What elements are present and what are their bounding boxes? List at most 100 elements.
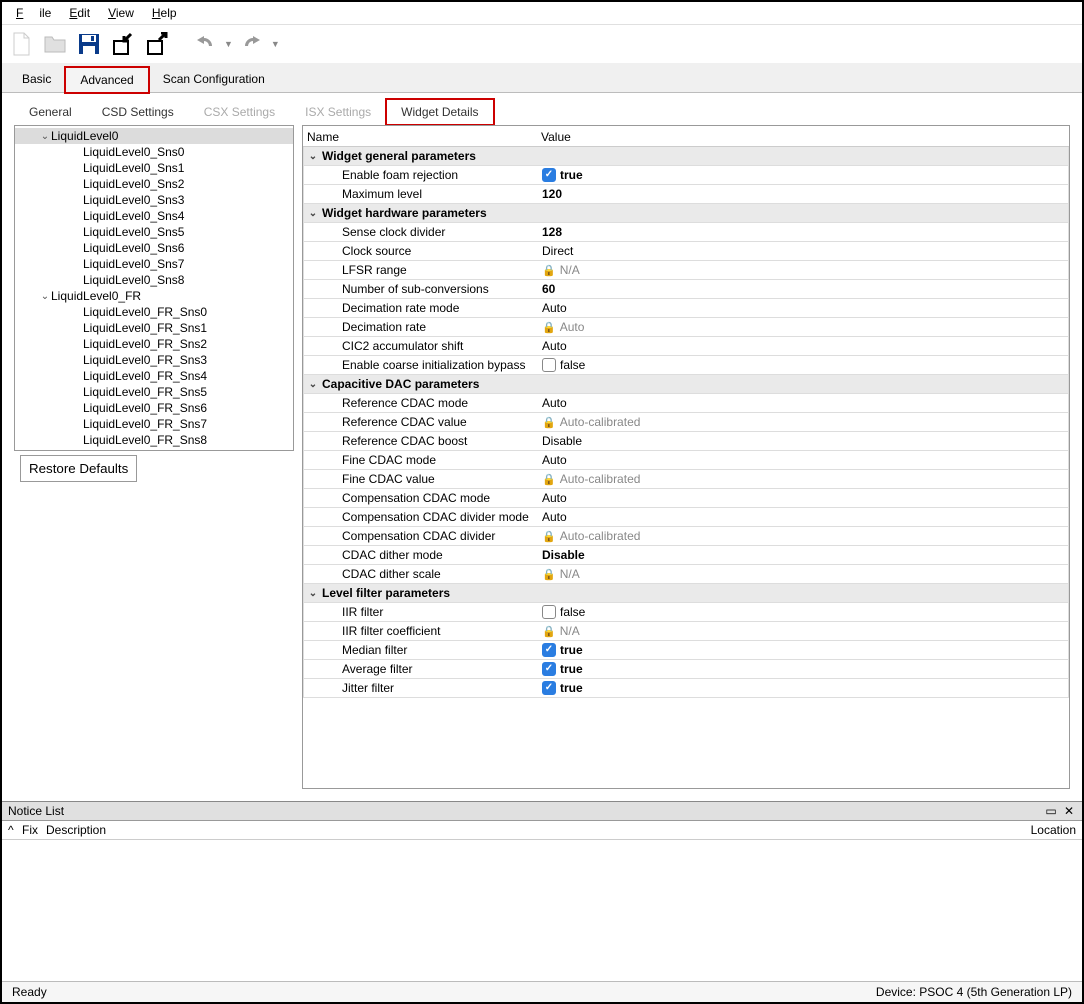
expand-caret-icon[interactable]: ⌄: [39, 291, 51, 302]
subtab-general[interactable]: General: [14, 99, 87, 125]
property-value[interactable]: Direct: [538, 244, 1068, 258]
property-value[interactable]: false: [538, 605, 1068, 619]
tree-item[interactable]: LiquidLevel0_Sns7: [15, 256, 293, 272]
checkbox-icon[interactable]: [542, 681, 556, 695]
tree-item[interactable]: LiquidLevel0_Sns4: [15, 208, 293, 224]
checkbox-icon[interactable]: [542, 358, 556, 372]
property-row[interactable]: Average filtertrue: [303, 660, 1069, 679]
close-icon[interactable]: ✕: [1062, 804, 1076, 818]
property-value[interactable]: 60: [538, 282, 1068, 296]
save-icon[interactable]: [74, 29, 104, 59]
property-value[interactable]: 128: [538, 225, 1068, 239]
property-value[interactable]: Disable: [538, 434, 1068, 448]
undo-dropdown-icon[interactable]: ▼: [224, 39, 233, 49]
property-row[interactable]: IIR filterfalse: [303, 603, 1069, 622]
tree-item[interactable]: LiquidLevel0_FR_Sns7: [15, 416, 293, 432]
expand-caret-icon[interactable]: ⌄: [39, 131, 51, 142]
property-row[interactable]: Reference CDAC boostDisable: [303, 432, 1069, 451]
tree-item[interactable]: LiquidLevel0_Sns6: [15, 240, 293, 256]
checkbox-icon[interactable]: [542, 605, 556, 619]
property-row[interactable]: CIC2 accumulator shiftAuto: [303, 337, 1069, 356]
property-value[interactable]: Auto: [538, 453, 1068, 467]
new-file-icon[interactable]: [6, 29, 36, 59]
property-row[interactable]: Maximum level120: [303, 185, 1069, 204]
tree-item[interactable]: LiquidLevel0_FR_Sns8: [15, 432, 293, 448]
property-value[interactable]: false: [538, 358, 1068, 372]
restore-defaults-button[interactable]: Restore Defaults: [20, 455, 137, 482]
property-row[interactable]: Compensation CDAC divider modeAuto: [303, 508, 1069, 527]
property-row[interactable]: Enable foam rejectiontrue: [303, 166, 1069, 185]
group-caret-icon[interactable]: ⌄: [304, 379, 322, 390]
property-row[interactable]: Median filtertrue: [303, 641, 1069, 660]
property-row[interactable]: Reference CDAC modeAuto: [303, 394, 1069, 413]
tree-item[interactable]: ⌄LiquidLevel0_FR: [15, 288, 293, 304]
tab-scan-configuration[interactable]: Scan Configuration: [149, 67, 279, 92]
tab-advanced[interactable]: Advanced: [65, 67, 148, 93]
tree-item[interactable]: LiquidLevel0_Sns5: [15, 224, 293, 240]
detach-icon[interactable]: ▭: [1044, 804, 1058, 818]
property-row[interactable]: Decimation rate modeAuto: [303, 299, 1069, 318]
redo-icon[interactable]: [237, 29, 267, 59]
subtab-csd-settings[interactable]: CSD Settings: [87, 99, 189, 125]
subtab-widget-details[interactable]: Widget Details: [386, 99, 493, 125]
tree-item[interactable]: LiquidLevel0_Sns3: [15, 192, 293, 208]
checkbox-icon[interactable]: [542, 643, 556, 657]
tree-item[interactable]: LiquidLevel0_FR_Sns2: [15, 336, 293, 352]
property-row[interactable]: Reference CDAC value🔒Auto-calibrated: [303, 413, 1069, 432]
property-value[interactable]: Auto: [538, 396, 1068, 410]
notice-col-description[interactable]: Description: [46, 823, 1006, 837]
tree-item[interactable]: LiquidLevel0_Sns8: [15, 272, 293, 288]
menu-help[interactable]: Help: [144, 4, 185, 22]
property-row[interactable]: Number of sub-conversions60: [303, 280, 1069, 299]
tree-item[interactable]: LiquidLevel0_FR_Sns0: [15, 304, 293, 320]
property-row[interactable]: Decimation rate🔒Auto: [303, 318, 1069, 337]
tree-item[interactable]: LiquidLevel0_Sns1: [15, 160, 293, 176]
property-value[interactable]: 120: [538, 187, 1068, 201]
group-caret-icon[interactable]: ⌄: [304, 208, 322, 219]
checkbox-icon[interactable]: [542, 168, 556, 182]
property-row[interactable]: Compensation CDAC modeAuto: [303, 489, 1069, 508]
property-row[interactable]: Enable coarse initialization bypassfalse: [303, 356, 1069, 375]
tree-item[interactable]: LiquidLevel0_FR_Sns3: [15, 352, 293, 368]
property-row[interactable]: Clock sourceDirect: [303, 242, 1069, 261]
property-row[interactable]: CDAC dither scale🔒N/A: [303, 565, 1069, 584]
checkbox-icon[interactable]: [542, 662, 556, 676]
property-value[interactable]: Auto: [538, 301, 1068, 315]
property-row[interactable]: Sense clock divider128: [303, 223, 1069, 242]
group-caret-icon[interactable]: ⌄: [304, 151, 322, 162]
property-value[interactable]: Auto: [538, 491, 1068, 505]
open-folder-icon[interactable]: [40, 29, 70, 59]
export-icon[interactable]: [142, 29, 172, 59]
menu-edit[interactable]: Edit: [61, 4, 98, 22]
redo-dropdown-icon[interactable]: ▼: [271, 39, 280, 49]
menu-view[interactable]: View: [100, 4, 142, 22]
tab-basic[interactable]: Basic: [8, 67, 65, 92]
property-row[interactable]: Fine CDAC modeAuto: [303, 451, 1069, 470]
property-row[interactable]: LFSR range🔒N/A: [303, 261, 1069, 280]
tree-item[interactable]: LiquidLevel0_Sns2: [15, 176, 293, 192]
property-value[interactable]: true: [538, 662, 1068, 676]
property-row[interactable]: Fine CDAC value🔒Auto-calibrated: [303, 470, 1069, 489]
tree-list[interactable]: ⌄LiquidLevel0LiquidLevel0_Sns0LiquidLeve…: [15, 126, 293, 450]
property-value[interactable]: true: [538, 643, 1068, 657]
menu-file[interactable]: File: [8, 4, 59, 22]
tree-item[interactable]: LiquidLevel0_FR_Sns1: [15, 320, 293, 336]
property-value[interactable]: Auto: [538, 510, 1068, 524]
notice-col-location[interactable]: Location: [1006, 823, 1076, 837]
import-icon[interactable]: [108, 29, 138, 59]
tree-item[interactable]: LiquidLevel0_FR_Sns4: [15, 368, 293, 384]
property-value[interactable]: Disable: [538, 548, 1068, 562]
group-caret-icon[interactable]: ⌄: [304, 588, 322, 599]
property-value[interactable]: true: [538, 681, 1068, 695]
property-value[interactable]: true: [538, 168, 1068, 182]
property-row[interactable]: Compensation CDAC divider🔒Auto-calibrate…: [303, 527, 1069, 546]
property-value[interactable]: Auto: [538, 339, 1068, 353]
tree-item[interactable]: LiquidLevel0_Sns0: [15, 144, 293, 160]
notice-col-fix[interactable]: Fix: [22, 823, 46, 837]
property-row[interactable]: IIR filter coefficient🔒N/A: [303, 622, 1069, 641]
property-row[interactable]: CDAC dither modeDisable: [303, 546, 1069, 565]
tree-item[interactable]: ⌄LiquidLevel0: [15, 128, 293, 144]
tree-item[interactable]: LiquidLevel0_FR_Sns6: [15, 400, 293, 416]
property-row[interactable]: Jitter filtertrue: [303, 679, 1069, 698]
tree-item[interactable]: LiquidLevel0_FR_Sns5: [15, 384, 293, 400]
